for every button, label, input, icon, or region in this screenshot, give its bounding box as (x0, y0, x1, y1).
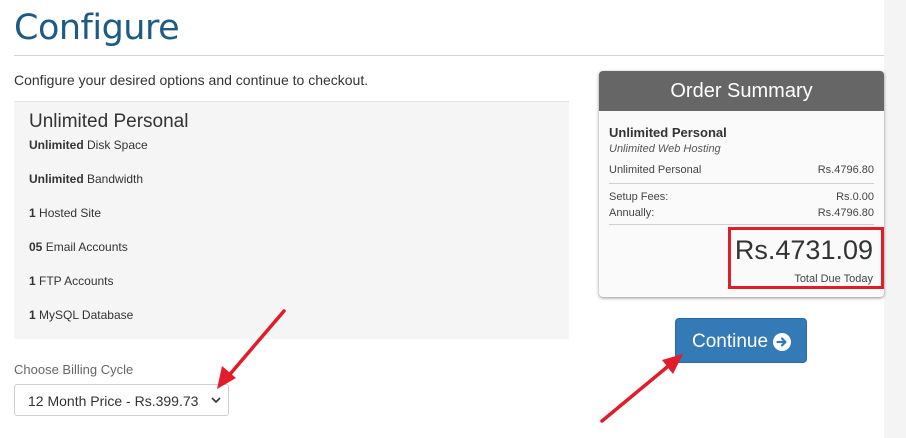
summary-product-group: Unlimited Web Hosting (609, 143, 721, 155)
annually-label: Annually: (609, 207, 655, 219)
summary-divider (609, 183, 874, 184)
continue-button-label: Continue (692, 331, 769, 352)
summary-divider (609, 224, 874, 225)
summary-product-name: Unlimited Personal (609, 125, 727, 140)
feature-value: 1 (29, 308, 36, 322)
feature-label: Bandwidth (83, 172, 144, 186)
total-due-highlight: Rs.4731.09 Total Due Today (728, 227, 884, 289)
billing-cycle-label: Choose Billing Cycle (14, 362, 134, 377)
order-summary-header: Order Summary (599, 71, 884, 111)
total-due-label: Total Due Today (794, 273, 873, 285)
billing-cycle-select[interactable]: 12 Month Price - Rs.399.73 (14, 384, 229, 416)
feature-mysql-database: 1 MySQL Database (29, 308, 133, 322)
feature-label: Disk Space (83, 138, 148, 152)
chevron-down-icon (211, 397, 221, 404)
feature-disk-space: Unlimited Disk Space (29, 138, 148, 152)
product-info-panel: Unlimited Personal Unlimited Disk Space … (14, 101, 569, 339)
feature-value: Unlimited (29, 172, 84, 186)
title-divider (14, 55, 884, 56)
feature-value: 1 (29, 274, 36, 288)
feature-ftp-accounts: 1 FTP Accounts (29, 274, 114, 288)
product-name: Unlimited Personal (29, 111, 189, 132)
line-item-amount: Rs.4796.80 (817, 164, 874, 176)
intro-text: Configure your desired options and conti… (14, 72, 369, 88)
line-item-label: Unlimited Personal (609, 164, 702, 176)
billing-cycle-value: 12 Month Price - Rs.399.73 (28, 393, 199, 409)
feature-label: Email Accounts (42, 240, 128, 254)
feature-email-accounts: 05 Email Accounts (29, 240, 128, 254)
summary-setup-fees: Setup Fees: Rs.0.00 (609, 191, 874, 203)
annually-amount: Rs.4796.80 (817, 207, 874, 219)
feature-value: Unlimited (29, 138, 84, 152)
arrow-circle-right-icon (773, 333, 791, 351)
feature-bandwidth: Unlimited Bandwidth (29, 172, 143, 186)
setup-fees-amount: Rs.0.00 (836, 191, 874, 203)
page-title: Configure (14, 8, 180, 48)
continue-button[interactable]: Continue (675, 318, 807, 363)
feature-value: 1 (29, 206, 36, 220)
feature-label: MySQL Database (35, 308, 134, 322)
summary-line-item: Unlimited Personal Rs.4796.80 (609, 164, 874, 176)
feature-label: FTP Accounts (35, 274, 114, 288)
feature-label: Hosted Site (35, 206, 102, 220)
page-side-strip (884, 0, 906, 438)
summary-annually: Annually: Rs.4796.80 (609, 207, 874, 219)
feature-value: 05 (29, 240, 43, 254)
total-due-amount: Rs.4731.09 (734, 235, 873, 265)
feature-hosted-site: 1 Hosted Site (29, 206, 101, 220)
setup-fees-label: Setup Fees: (609, 191, 669, 203)
annotation-arrow-continue (600, 361, 674, 423)
